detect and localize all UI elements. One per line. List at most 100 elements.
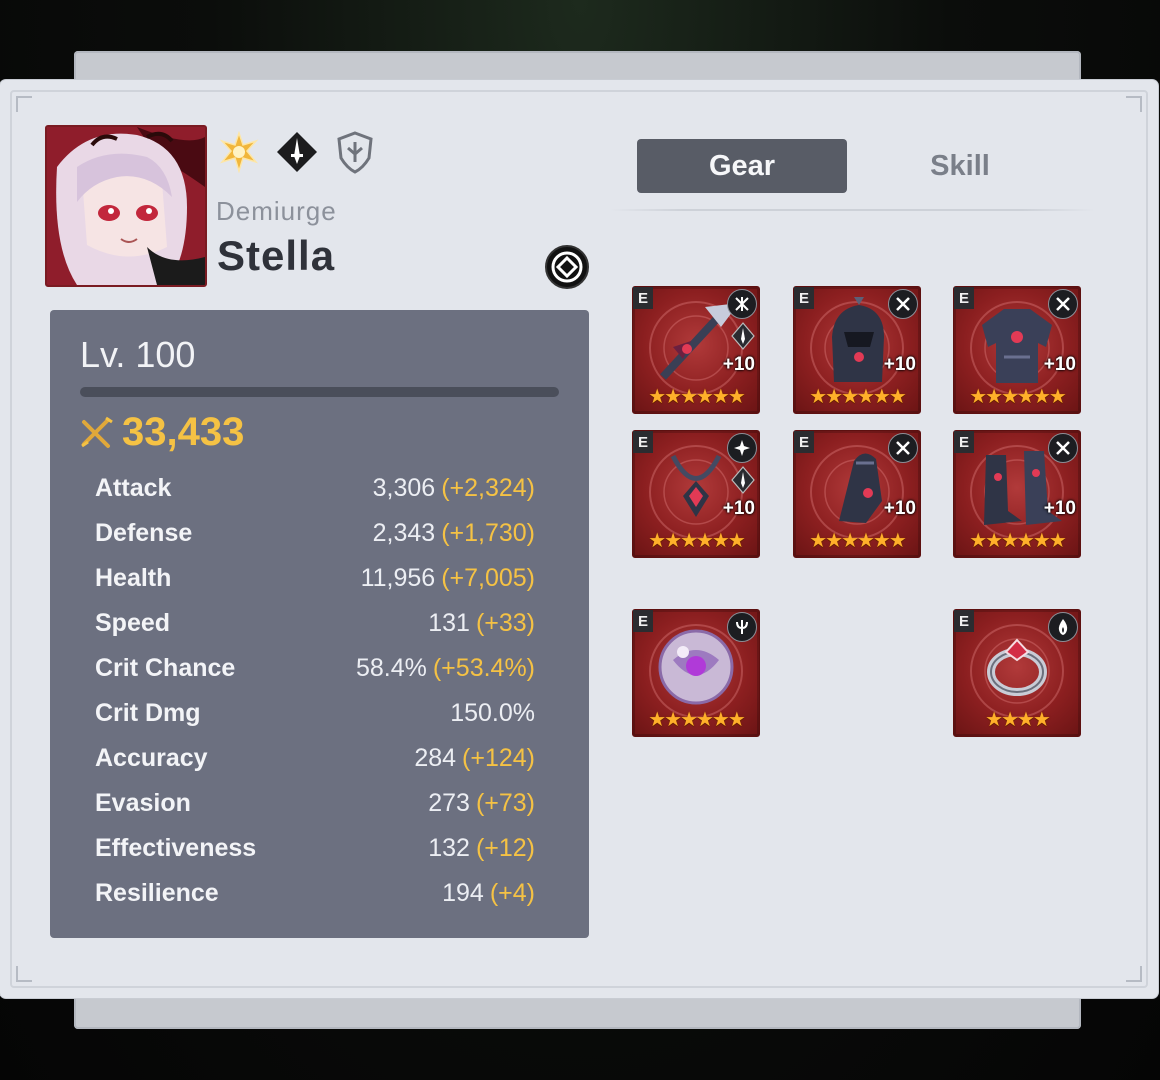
- stat-value: 194 (+4): [442, 879, 535, 908]
- light-element-icon: [217, 130, 261, 174]
- stat-label: Resilience: [95, 878, 219, 907]
- frame-corner: [16, 966, 32, 982]
- stat-value: 3,306 (+2,324): [373, 474, 535, 503]
- stat-row-speed: Speed 131 (+33): [95, 603, 535, 643]
- tab-divider: [610, 209, 1095, 211]
- gear-stars: ★★★★★★: [648, 386, 746, 408]
- stat-bonus: (+53.4%): [432, 653, 535, 682]
- tab-skill[interactable]: Skill: [860, 139, 1060, 193]
- stat-bonus: (+12): [475, 833, 535, 862]
- crossed-swords-set-icon: [1048, 433, 1078, 463]
- gear-enhance-level: +10: [722, 498, 755, 519]
- stat-label: Crit Chance: [95, 653, 236, 682]
- gear-grade: E: [954, 610, 974, 632]
- stat-value: 131 (+33): [428, 609, 535, 638]
- stat-value: 284 (+124): [414, 744, 535, 773]
- gear-grade: E: [954, 287, 974, 309]
- stat-base: 284: [414, 743, 457, 772]
- gear-grade: E: [794, 431, 814, 453]
- stat-label: Defense: [95, 518, 193, 547]
- target-icon[interactable]: [544, 244, 590, 290]
- stat-base: 273: [428, 788, 470, 817]
- gear-stars: ★★★★★★: [969, 530, 1067, 552]
- stat-value: 2,343 (+1,730): [373, 519, 535, 548]
- stat-label: Effectiveness: [95, 833, 257, 862]
- gear-slot-necklace[interactable]: E +10 ★★★★★★: [632, 430, 760, 558]
- gear-stars: ★★★★★★: [969, 386, 1067, 408]
- stat-base: 150.0%: [450, 698, 535, 727]
- gear-grade: E: [794, 287, 814, 309]
- stat-value: 11,956 (+7,005): [361, 564, 535, 593]
- stat-bonus: (+4): [489, 878, 535, 907]
- hero-portrait[interactable]: [45, 125, 207, 287]
- gear-slot-weapon[interactable]: E +10 ★★★★★★: [632, 286, 760, 414]
- crossed-swords-set-icon: [1048, 289, 1078, 319]
- stat-base: 131: [428, 608, 470, 637]
- level-label: Lv. 100: [80, 334, 196, 375]
- frame-corner: [1126, 966, 1142, 982]
- stat-row-effectiveness: Effectiveness 132 (+12): [95, 828, 535, 868]
- crossed-swords-set-icon: [888, 289, 918, 319]
- hero-class-label: Demiurge: [216, 196, 337, 226]
- stat-base: 132: [428, 833, 470, 862]
- combat-power-icon: [81, 416, 113, 448]
- frame-corner: [16, 96, 32, 112]
- stat-bonus: (+7,005): [441, 563, 535, 592]
- gear-enhance-level: +10: [883, 498, 916, 519]
- gear-grade: E: [633, 287, 653, 309]
- stat-bonus: (+33): [475, 608, 535, 637]
- stat-row-defense: Defense 2,343 (+1,730): [95, 513, 535, 553]
- artifact-slot[interactable]: E ★★★★★★: [632, 609, 760, 737]
- gear-slot-armor[interactable]: E +10 ★★★★★★: [953, 286, 1081, 414]
- combat-power-value: 33,433: [122, 410, 245, 454]
- level-bar: [80, 387, 559, 397]
- gear-slot-helmet[interactable]: E +10 ★★★★★★: [793, 286, 921, 414]
- gear-grade: E: [954, 431, 974, 453]
- crossed-swords-set-icon: [888, 433, 918, 463]
- tab-gear[interactable]: Gear: [637, 139, 847, 193]
- gear-stars: ★★★★★★: [648, 709, 746, 731]
- stat-row-resilience: Resilience 194 (+4): [95, 873, 535, 913]
- crit-set-icon: [727, 433, 757, 463]
- stat-value: 150.0%: [450, 699, 535, 728]
- gear-stars: ★★★★★★: [648, 530, 746, 552]
- stat-label: Attack: [95, 473, 172, 502]
- assassin-class-icon: [731, 322, 755, 350]
- stat-row-evasion: Evasion 273 (+73): [95, 783, 535, 823]
- stat-base: 11,956: [360, 563, 436, 592]
- gear-enhance-level: +10: [883, 354, 916, 375]
- trident-icon: [727, 612, 757, 642]
- gear-enhance-level: +10: [722, 354, 755, 375]
- stat-row-attack: Attack 3,306 (+2,324): [95, 468, 535, 508]
- stat-base: 194: [442, 878, 484, 907]
- gear-stars: ★★★★: [985, 709, 1051, 731]
- flame-icon: [1048, 612, 1078, 642]
- stats-panel: Lv. 100 33,433 Attack 3,306 (+2,324) Defe…: [50, 310, 589, 938]
- stat-bonus: (+2,324): [441, 473, 535, 502]
- stat-value: 273 (+73): [428, 789, 535, 818]
- hero-attribute-icons: [217, 130, 377, 174]
- stat-base: 3,306: [372, 473, 436, 502]
- gear-enhance-level: +10: [1043, 354, 1076, 375]
- gear-stars: ★★★★★★: [809, 530, 907, 552]
- stat-base: 2,343: [372, 518, 436, 547]
- combat-power: 33,433: [80, 410, 244, 455]
- gear-slot-ring[interactable]: E +10 ★★★★★★: [793, 430, 921, 558]
- stat-bonus: (+124): [462, 743, 535, 772]
- stat-row-crit-dmg: Crit Dmg 150.0%: [95, 693, 535, 733]
- gear-grade: E: [633, 610, 653, 632]
- stat-base: 58.4%: [355, 653, 427, 682]
- stat-label: Accuracy: [95, 743, 208, 772]
- stat-bonus: (+73): [475, 788, 535, 817]
- stat-row-crit-chance: Crit Chance 58.4% (+53.4%): [95, 648, 535, 688]
- exclusive-equipment-slot[interactable]: E ★★★★: [953, 609, 1081, 737]
- stat-label: Speed: [95, 608, 171, 637]
- stat-label: Crit Dmg: [95, 698, 201, 727]
- gear-slot-boots[interactable]: E +10 ★★★★★★: [953, 430, 1081, 558]
- stat-value: 58.4% (+53.4%): [356, 654, 535, 683]
- frame-corner: [1126, 96, 1142, 112]
- stat-row-health: Health 11,956 (+7,005): [95, 558, 535, 598]
- hero-name: Stella: [217, 232, 336, 279]
- counter-set-icon: [727, 289, 757, 319]
- hero-portrait-art: [47, 127, 205, 285]
